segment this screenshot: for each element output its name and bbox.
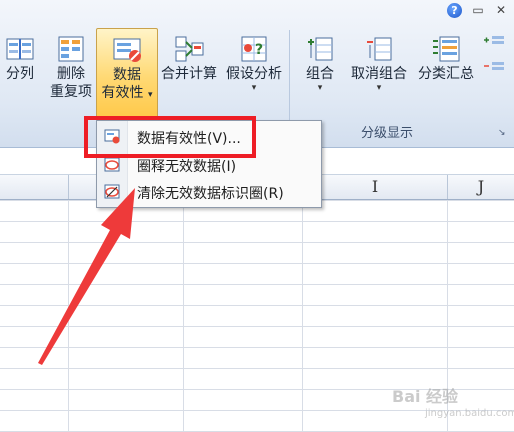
watermark-url: jingyan.baidu.com: [425, 408, 514, 419]
watermark-text: Bai 经验: [392, 387, 459, 406]
annotation-arrow-icon: [38, 188, 135, 365]
